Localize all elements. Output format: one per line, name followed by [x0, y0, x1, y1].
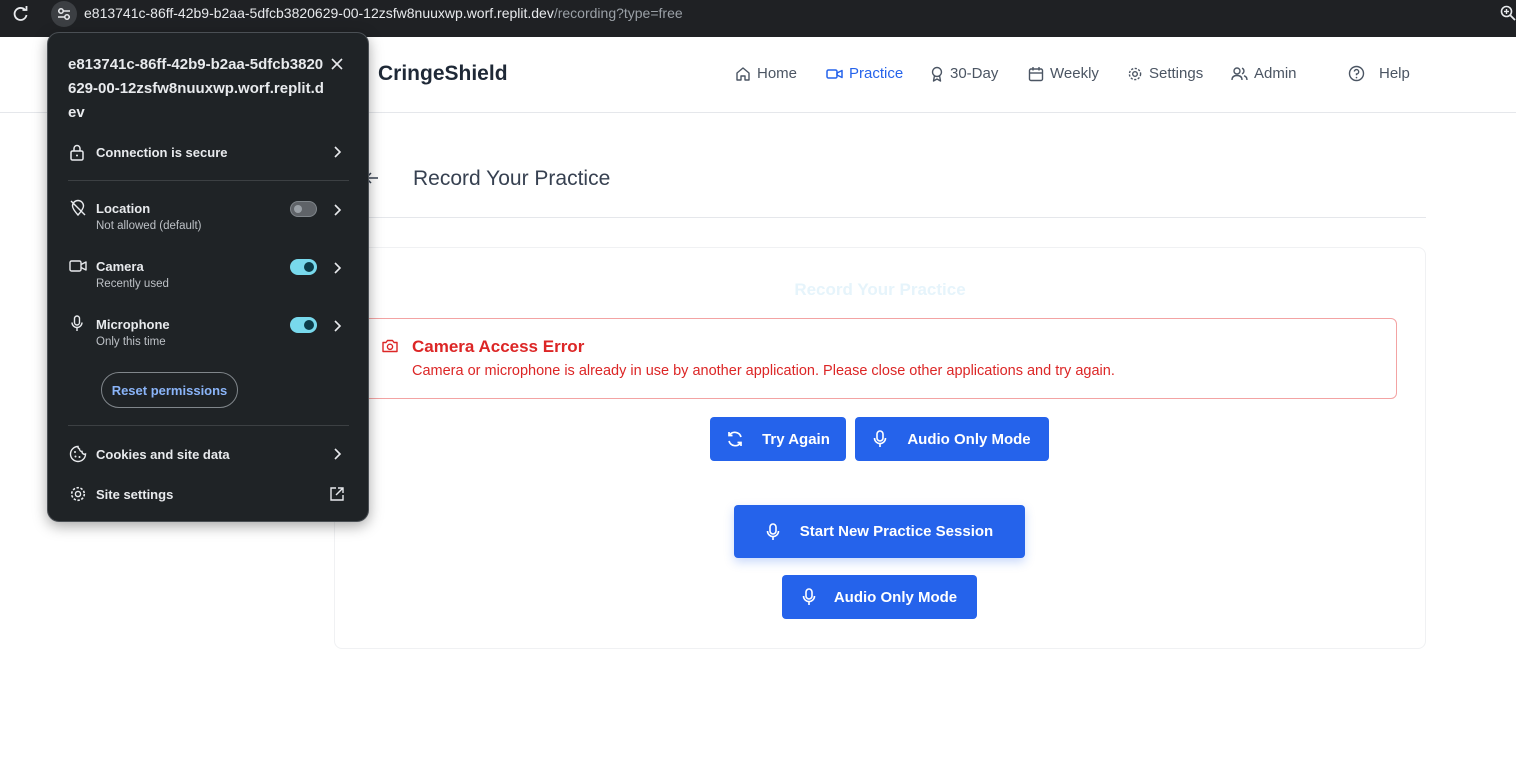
- award-icon: [931, 66, 943, 82]
- toggle-knob: [294, 205, 302, 213]
- close-icon[interactable]: [330, 57, 344, 71]
- zoom-icon[interactable]: [1500, 5, 1516, 21]
- camera-toggle[interactable]: [290, 259, 317, 275]
- address-bar[interactable]: e813741c-86ff-42b9-b2aa-5dfcb3820629-00-…: [84, 5, 683, 21]
- help-circle-icon: [1348, 65, 1365, 82]
- site-info-button[interactable]: [51, 1, 77, 27]
- start-session-label: Start New Practice Session: [799, 523, 994, 540]
- popup-divider: [68, 425, 349, 426]
- reload-icon[interactable]: [12, 5, 30, 23]
- popup-hostname: e813741c-86ff-42b9-b2aa-5dfcb3820629-00-…: [68, 56, 324, 121]
- audio-only-label-secondary: Audio Only Mode: [833, 588, 958, 606]
- cookie-icon: [69, 445, 87, 463]
- page-title: Record Your Practice: [413, 167, 611, 190]
- nav-admin-label: Admin: [1254, 65, 1297, 82]
- url-path: /recording?type=free: [553, 5, 683, 21]
- gear-icon: [70, 486, 86, 502]
- brand-logo[interactable]: CringeShield: [378, 62, 508, 86]
- url-host: e813741c-86ff-42b9-b2aa-5dfcb3820629-00-…: [84, 5, 554, 21]
- nav-help-label: Help: [1379, 65, 1410, 82]
- cookies-row[interactable]: Cookies and site data: [48, 443, 368, 467]
- calendar-icon: [1028, 66, 1044, 81]
- start-session-button[interactable]: Start New Practice Session: [734, 505, 1025, 558]
- refresh-icon: [728, 431, 742, 447]
- nav-practice-label: Practice: [849, 65, 904, 82]
- chevron-right-icon: [334, 146, 342, 158]
- nav-practice[interactable]: Practice: [826, 65, 903, 82]
- error-title: Camera Access Error: [412, 337, 585, 356]
- connection-row[interactable]: Connection is secure: [48, 141, 368, 165]
- microphone-toggle[interactable]: [290, 317, 317, 333]
- nav-settings[interactable]: Settings: [1127, 65, 1203, 82]
- microphone-icon: [874, 430, 887, 447]
- chevron-right-icon: [334, 262, 342, 274]
- toggle-knob: [304, 262, 314, 272]
- microphone-icon: [71, 315, 83, 331]
- camera-label: Camera: [96, 259, 144, 274]
- microphone-icon: [766, 522, 780, 540]
- open-in-new-icon: [330, 487, 344, 501]
- try-again-label: Try Again: [762, 430, 830, 448]
- camera-row[interactable]: Camera Recently used: [48, 257, 368, 297]
- camera-status: Recently used: [96, 278, 169, 290]
- connection-label: Connection is secure: [96, 145, 228, 160]
- microphone-status: Only this time: [96, 336, 166, 348]
- microphone-label: Microphone: [96, 317, 170, 332]
- nav-weekly[interactable]: Weekly: [1028, 65, 1099, 82]
- tune-icon: [58, 8, 70, 20]
- location-row[interactable]: Location Not allowed (default): [48, 199, 368, 239]
- chevron-right-icon: [334, 320, 342, 332]
- nav-help[interactable]: Help: [1348, 65, 1410, 82]
- audio-only-label: Audio Only Mode: [907, 430, 1031, 448]
- card-title: Record Your Practice: [794, 280, 966, 299]
- microphone-icon: [802, 588, 816, 605]
- nav-30-day-label: 30-Day: [950, 65, 999, 82]
- nav-weekly-label: Weekly: [1050, 65, 1099, 82]
- cookies-label: Cookies and site data: [96, 447, 230, 462]
- lock-icon: [70, 144, 84, 161]
- home-icon: [736, 66, 750, 81]
- site-info-popup: e813741c-86ff-42b9-b2aa-5dfcb3820629-00-…: [47, 32, 369, 522]
- microphone-row[interactable]: Microphone Only this time: [48, 315, 368, 355]
- popup-divider: [68, 180, 349, 181]
- error-message: Camera or microphone is already in use b…: [412, 363, 1115, 379]
- site-settings-row[interactable]: Site settings: [48, 483, 368, 507]
- reset-permissions-button[interactable]: Reset permissions: [101, 372, 238, 408]
- location-label: Location: [96, 201, 151, 216]
- location-toggle[interactable]: [290, 201, 317, 217]
- nav-settings-label: Settings: [1149, 65, 1204, 82]
- try-again-button[interactable]: Try Again: [710, 417, 846, 461]
- error-alert: Camera Access Error Camera or microphone…: [362, 318, 1397, 399]
- video-icon: [69, 260, 87, 272]
- site-settings-label: Site settings: [96, 487, 174, 502]
- users-icon: [1231, 66, 1248, 80]
- video-icon: [826, 68, 843, 79]
- location-status: Not allowed (default): [96, 220, 202, 232]
- chevron-right-icon: [334, 204, 342, 216]
- nav-30-day[interactable]: 30-Day: [930, 65, 998, 82]
- gear-icon: [1128, 67, 1142, 80]
- nav-home-label: Home: [757, 65, 798, 82]
- camera-icon: [382, 339, 398, 353]
- chevron-right-icon: [334, 448, 342, 460]
- nav-home[interactable]: Home: [735, 65, 797, 82]
- title-divider: [334, 217, 1426, 218]
- toggle-knob: [304, 320, 314, 330]
- location-off-icon: [70, 199, 86, 217]
- nav-admin[interactable]: Admin: [1231, 65, 1297, 82]
- audio-only-button[interactable]: Audio Only Mode: [855, 417, 1049, 461]
- audio-only-button-secondary[interactable]: Audio Only Mode: [782, 575, 977, 619]
